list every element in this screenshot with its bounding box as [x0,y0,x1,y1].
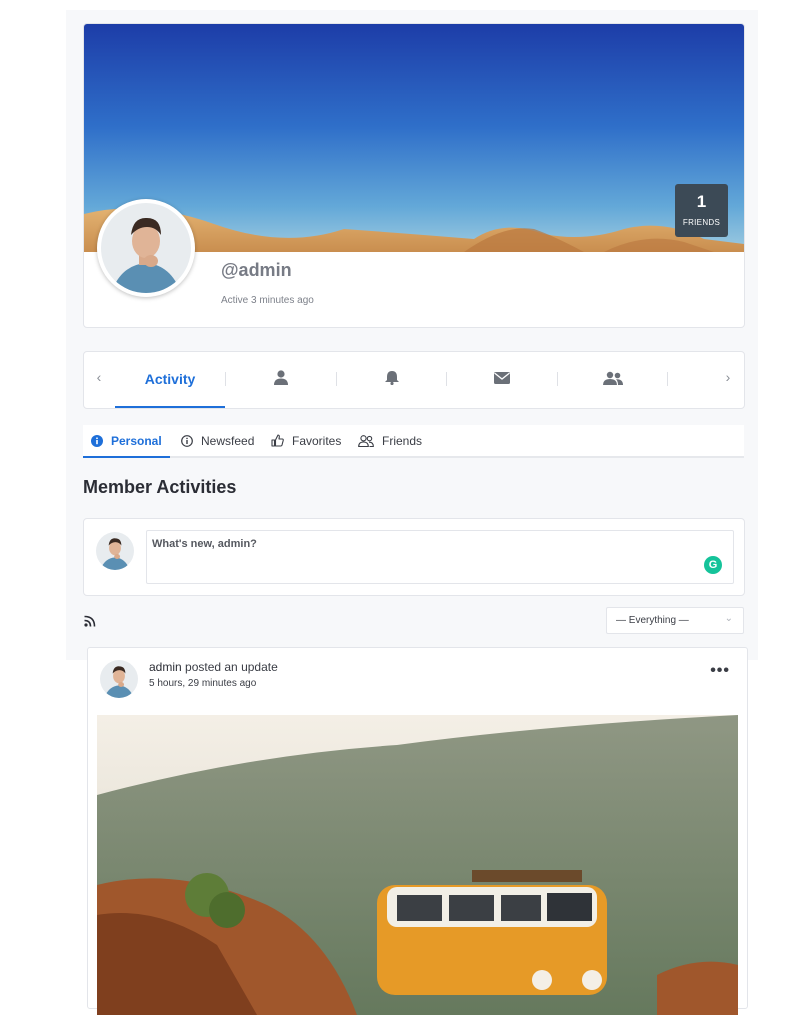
chevron-down-icon: ⌄ [724,613,733,624]
subtab-friends[interactable]: Friends [358,425,422,456]
section-title: Member Activities [83,477,237,497]
activity-author-link[interactable]: admin [149,660,182,674]
info-icon [91,434,103,447]
friends-count-badge[interactable]: 1 FRIENDS [675,184,728,237]
envelope-icon [494,371,510,389]
activity-photo[interactable] [97,715,738,1015]
thumbs-up-icon [271,434,284,447]
subtab-favorites[interactable]: Favorites [271,425,341,456]
profile-header: 1 FRIENDS @admin Active 3 minutes ago [83,23,745,328]
subtab-personal[interactable]: Personal [83,425,170,458]
rss-feed-icon[interactable] [84,614,96,632]
subtab-favorites-label: Favorites [292,433,342,448]
tab-activity-label: Activity [144,371,196,387]
users-outline-icon [358,434,374,447]
friends-label: FRIENDS [682,218,721,227]
more-options-icon[interactable]: ••• [710,662,730,680]
profile-avatar[interactable] [97,199,195,297]
filter-selected-value: — Everything — [616,615,689,626]
subtab-personal-label: Personal [111,433,162,448]
profile-username: @admin [221,260,292,280]
avatar[interactable] [96,532,134,570]
tab-profile[interactable] [226,352,336,408]
avatar[interactable] [100,660,138,698]
tab-friends[interactable] [558,352,668,408]
activity-item: admin posted an update 5 hours, 29 minut… [87,647,748,1015]
subtab-friends-label: Friends [382,433,423,448]
grammarly-icon[interactable]: G [704,556,722,574]
info-outline-icon [181,434,193,447]
activity-action: posted an update [181,660,278,674]
chevron-left-icon[interactable]: ‹ [89,369,109,385]
subtab-newsfeed[interactable]: Newsfeed [181,425,254,456]
last-active-status: Active 3 minutes ago [221,295,314,306]
whats-new-placeholder: What's new, admin? [152,538,257,550]
activity-header: admin posted an update [149,660,278,674]
tab-messages[interactable] [447,352,557,408]
activity-subtabs: Personal Newsfeed Favorites Friends [83,425,744,458]
bell-icon [385,370,399,390]
friends-count: 1 [696,192,707,211]
activity-filter-select[interactable]: — Everything — ⌄ [606,607,744,634]
whats-new-input[interactable]: What's new, admin? G [146,530,734,584]
tab-notifications[interactable] [337,352,447,408]
user-icon [274,370,288,390]
chevron-right-icon[interactable]: › [718,369,738,385]
whats-new-form: What's new, admin? G [83,518,745,596]
users-icon [603,371,623,390]
tab-activity[interactable]: Activity [115,352,225,408]
activity-timestamp[interactable]: 5 hours, 29 minutes ago [149,678,256,689]
subtab-newsfeed-label: Newsfeed [201,433,255,448]
nav-divider [667,372,668,386]
profile-nav: ‹ Activity › [83,351,745,409]
